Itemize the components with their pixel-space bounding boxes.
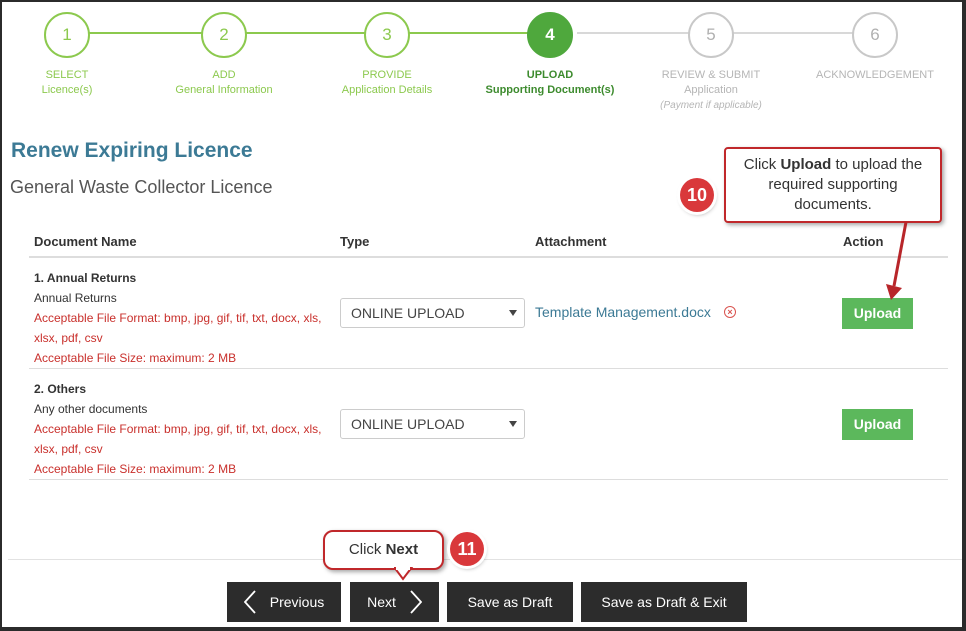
header-attachment: Attachment (535, 234, 607, 249)
type-select-value: ONLINE UPLOAD (351, 416, 465, 432)
step-provide[interactable]: 3 PROVIDE Application Details (312, 12, 462, 98)
callout-text-pre: Click (348, 541, 386, 558)
document-info: 2. Others Any other documents Acceptable… (34, 379, 321, 479)
step-acknowledgement: 6 ACKNOWLEDGEMENT (800, 12, 950, 83)
file-format-note: Acceptable File Format: bmp, jpg, gif, t… (34, 311, 322, 325)
step-badge-10: 10 (680, 178, 714, 212)
next-label: Next (367, 594, 396, 610)
caret-down-icon (509, 310, 517, 316)
step-subtitle: Licence(s) (41, 84, 93, 96)
step-subtitle: General Information (175, 84, 273, 96)
chevron-right-icon (410, 590, 422, 614)
close-circle-icon[interactable]: × (724, 306, 736, 318)
document-title: 2. Others (34, 382, 87, 396)
table-row: 2. Others Any other documents Acceptable… (29, 369, 948, 480)
step-number: 4 (527, 12, 573, 58)
file-size-note: Acceptable File Size: maximum: 2 MB (34, 351, 237, 365)
step-badge-11: 11 (450, 532, 484, 566)
step-title: ADD (212, 69, 236, 81)
upload-button[interactable]: Upload (842, 298, 913, 329)
type-select[interactable]: ONLINE UPLOAD (340, 298, 525, 328)
footer-divider (8, 559, 962, 560)
table-row: 1. Annual Returns Annual Returns Accepta… (29, 258, 948, 369)
document-description: Any other documents (34, 402, 148, 416)
save-draft-exit-button[interactable]: Save as Draft & Exit (581, 582, 747, 622)
step-title: ACKNOWLEDGEMENT (816, 69, 934, 81)
next-callout: Click Next (323, 530, 444, 570)
step-subtitle: Application Details (341, 84, 433, 96)
header-document-name: Document Name (34, 234, 137, 249)
next-button[interactable]: Next (350, 582, 439, 622)
table-header: Document Name Type Attachment Action (29, 228, 948, 258)
step-number: 3 (364, 12, 410, 58)
type-select[interactable]: ONLINE UPLOAD (340, 409, 525, 439)
page-title: Renew Expiring Licence (11, 139, 253, 162)
file-format-note-cont: xlsx, pdf, csv (34, 442, 103, 456)
step-review-submit: 5 REVIEW & SUBMIT Application (Payment i… (636, 12, 786, 113)
attachment-link[interactable]: Template Management.docx (535, 304, 711, 320)
callout-pointer (394, 567, 414, 581)
progress-stepper: 1 SELECT Licence(s) 2 ADD General Inform… (2, 2, 962, 122)
step-title: PROVIDE (362, 69, 412, 81)
upload-callout: Click Upload to upload the required supp… (724, 147, 942, 223)
header-action: Action (843, 234, 884, 249)
file-format-note: Acceptable File Format: bmp, jpg, gif, t… (34, 422, 322, 436)
step-title: UPLOAD (526, 69, 574, 81)
callout-text-bold: Next (385, 541, 419, 558)
step-upload[interactable]: 4 UPLOAD Supporting Document(s) (475, 12, 625, 98)
step-number: 2 (201, 12, 247, 58)
caret-down-icon (509, 421, 517, 427)
type-select-value: ONLINE UPLOAD (351, 305, 465, 321)
step-title: REVIEW & SUBMIT (661, 69, 761, 81)
chevron-left-icon (243, 590, 256, 614)
document-info: 1. Annual Returns Annual Returns Accepta… (34, 268, 321, 368)
document-description: Annual Returns (34, 291, 117, 305)
documents-table: Document Name Type Attachment Action 1. … (29, 228, 948, 480)
callout-arrow (886, 221, 908, 300)
file-size-note: Acceptable File Size: maximum: 2 MB (34, 462, 237, 476)
document-title: 1. Annual Returns (34, 271, 137, 285)
upload-button[interactable]: Upload (842, 409, 913, 440)
step-number: 6 (852, 12, 898, 58)
previous-button[interactable]: Previous (227, 582, 341, 622)
header-type: Type (340, 234, 370, 249)
callout-text-pre: Click (743, 156, 781, 173)
step-number: 5 (688, 12, 734, 58)
save-draft-button[interactable]: Save as Draft (447, 582, 573, 622)
step-subtitle: Supporting Document(s) (485, 84, 615, 96)
step-select[interactable]: 1 SELECT Licence(s) (2, 12, 142, 98)
step-note: (Payment if applicable) (660, 100, 762, 111)
file-format-note-cont: xlsx, pdf, csv (34, 331, 103, 345)
previous-label: Previous (269, 594, 325, 610)
application-window: 1 SELECT Licence(s) 2 ADD General Inform… (0, 0, 966, 631)
step-subtitle: Application (684, 84, 738, 96)
step-number: 1 (44, 12, 90, 58)
page-subtitle: General Waste Collector Licence (10, 177, 273, 197)
step-add[interactable]: 2 ADD General Information (149, 12, 299, 98)
callout-text-bold: Upload (780, 156, 832, 173)
step-title: SELECT (45, 69, 89, 81)
